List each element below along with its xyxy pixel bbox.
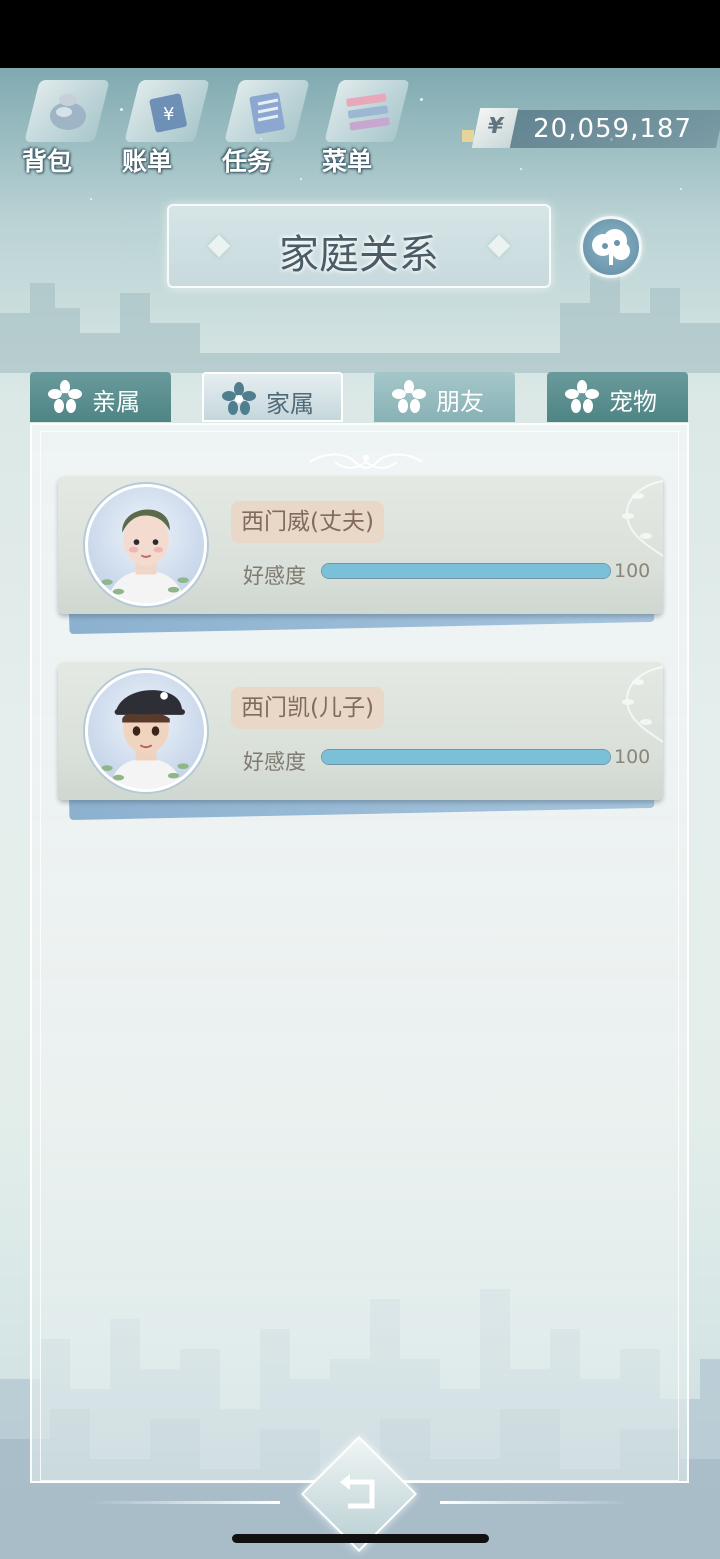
back-arrow-icon (340, 1474, 375, 1509)
flower-icon (392, 380, 426, 413)
affinity-bar-fill (322, 750, 610, 764)
task-button[interactable]: 任务 (222, 76, 312, 176)
bag-label: 背包 (22, 147, 73, 176)
tab-friends[interactable]: 朋友 (374, 372, 515, 422)
member-card[interactable]: 西门凯(儿子) 好感度 100 (58, 662, 663, 821)
flower-icon (565, 380, 599, 413)
bag-icon (50, 94, 86, 130)
affinity-bar (321, 563, 611, 579)
member-card[interactable]: 西门威(丈夫) 好感度 100 (58, 476, 663, 635)
tab-label: 宠物 (609, 388, 657, 416)
title-panel: 家庭关系 (167, 204, 551, 288)
scroll-ornament-icon (309, 453, 423, 469)
affinity-value: 100 (614, 746, 651, 768)
affinity-value: 100 (614, 560, 651, 582)
tab-family[interactable]: 家属 (202, 372, 343, 422)
avatar[interactable] (85, 670, 207, 792)
tab-label: 亲属 (92, 388, 140, 416)
tab-pets[interactable]: 宠物 (547, 372, 688, 422)
bill-label: 账单 (122, 147, 173, 176)
game-scene: 背包 ¥ 账单 任务 菜单 ¥ 20,059,187 家庭关系 亲属 家属 朋友… (0, 68, 720, 1559)
flower-icon (222, 382, 256, 415)
vine-decoration-icon (622, 480, 663, 557)
member-name: 西门凯(儿子) (231, 687, 384, 729)
affinity-bar-fill (322, 564, 610, 578)
divider-left (90, 1501, 280, 1504)
family-tree-button[interactable] (580, 216, 642, 278)
coin-icon (462, 130, 474, 142)
family-tree-icon (592, 229, 630, 265)
currency-display: ¥ 20,059,187 (462, 108, 720, 148)
bill-button[interactable]: ¥ 账单 (122, 76, 212, 176)
avatar[interactable] (85, 484, 207, 606)
divider-right (440, 1501, 630, 1504)
svg-text:¥: ¥ (163, 104, 174, 125)
member-name: 西门威(丈夫) (231, 501, 384, 543)
affinity-label: 好感度 (243, 564, 306, 588)
tab-label: 家属 (266, 390, 314, 418)
status-bar (0, 0, 720, 68)
menu-button[interactable]: 菜单 (322, 76, 412, 176)
flower-icon (48, 380, 82, 413)
task-icon (249, 92, 285, 134)
vine-decoration-icon (622, 666, 663, 743)
bag-button[interactable]: 背包 (22, 76, 112, 176)
tab-relatives[interactable]: 亲属 (30, 372, 171, 422)
menu-icon (346, 93, 390, 131)
affinity-bar (321, 749, 611, 765)
currency-amount: 20,059,187 (533, 114, 692, 144)
menu-label: 菜单 (322, 147, 373, 176)
affinity-label: 好感度 (243, 750, 306, 774)
task-label: 任务 (222, 147, 273, 176)
home-indicator[interactable] (232, 1534, 489, 1543)
bill-icon: ¥ (149, 93, 187, 133)
tab-label: 朋友 (436, 388, 484, 416)
